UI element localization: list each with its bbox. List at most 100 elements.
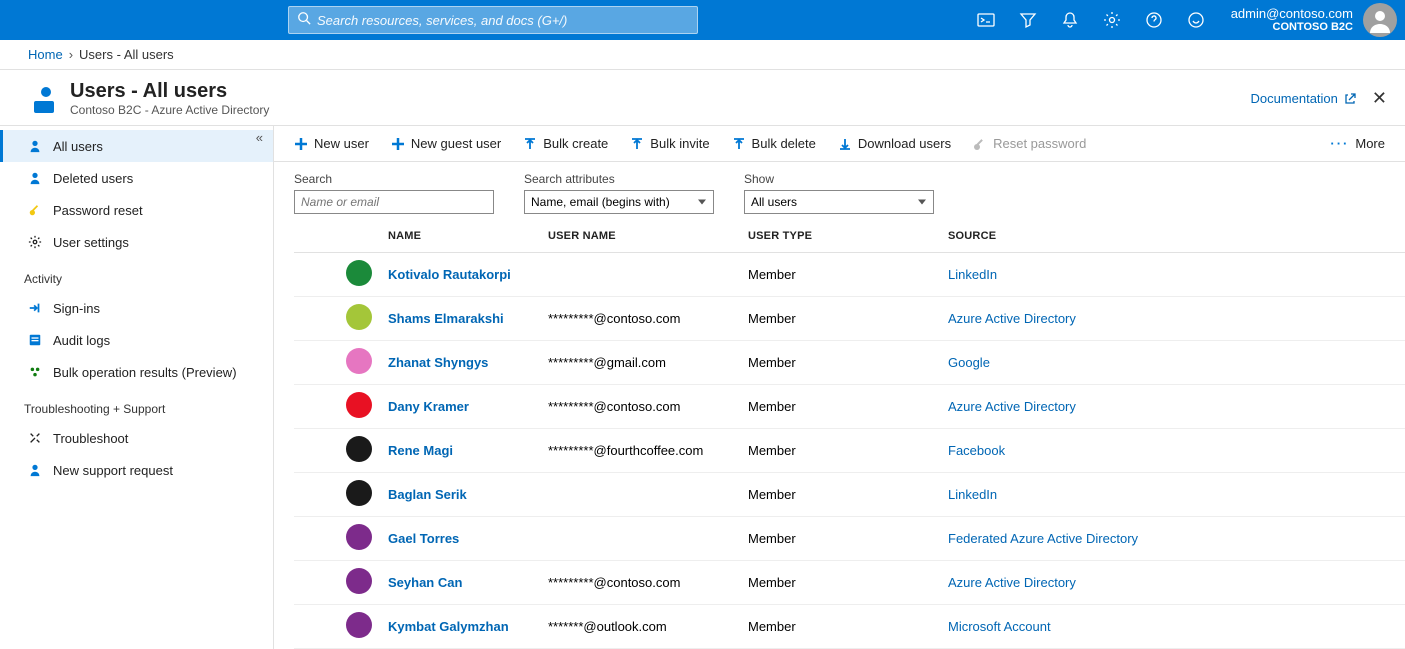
user-username	[540, 253, 740, 297]
col-name[interactable]: NAME	[380, 220, 540, 253]
user-type: Member	[740, 473, 940, 517]
table-row[interactable]: Baglan Serik MemberLinkedIn	[294, 473, 1405, 517]
documentation-link[interactable]: Documentation	[1250, 91, 1355, 106]
table-row[interactable]: Seyhan Can*********@contoso.comMemberAzu…	[294, 561, 1405, 605]
search-input[interactable]	[294, 190, 494, 214]
bulk-delete-button[interactable]: Bulk delete	[732, 136, 816, 151]
download-users-button[interactable]: Download users	[838, 136, 951, 151]
user-avatar	[346, 260, 372, 286]
bulk-invite-button[interactable]: Bulk invite	[630, 136, 709, 151]
sidebar: « All users Deleted users Password reset…	[0, 126, 274, 649]
global-search-input[interactable]	[317, 13, 689, 28]
sidebar-item-label: Deleted users	[53, 171, 133, 186]
bulk-create-button[interactable]: Bulk create	[523, 136, 608, 151]
table-row[interactable]: Shams Elmarakshi*********@contoso.comMem…	[294, 297, 1405, 341]
page-subtitle: Contoso B2C - Azure Active Directory	[70, 103, 269, 117]
close-blade-button[interactable]: ✕	[1372, 88, 1387, 109]
signin-icon	[27, 300, 43, 316]
user-source-link[interactable]: Azure Active Directory	[940, 385, 1405, 429]
reset-password-button: Reset password	[973, 136, 1086, 151]
table-row[interactable]: Dany Kramer*********@contoso.comMemberAz…	[294, 385, 1405, 429]
global-search[interactable]	[288, 6, 698, 34]
more-button[interactable]: ··· More	[1330, 136, 1385, 151]
user-source-link[interactable]: LinkedIn	[940, 253, 1405, 297]
command-bar: New user New guest user Bulk create Bulk…	[274, 126, 1405, 162]
search-attributes-label: Search attributes	[524, 172, 714, 186]
user-source-link[interactable]: Google	[940, 341, 1405, 385]
sidebar-item-troubleshoot[interactable]: Troubleshoot	[0, 422, 273, 454]
user-source-link[interactable]: Microsoft Account	[940, 605, 1405, 649]
table-row[interactable]: Kymbat Galymzhan*******@outlook.comMembe…	[294, 605, 1405, 649]
users-icon	[28, 83, 60, 115]
sidebar-item-deleted-users[interactable]: Deleted users	[0, 162, 273, 194]
user-username: *********@fourthcoffee.com	[540, 429, 740, 473]
portal-top-bar: admin@contoso.com CONTOSO B2C	[0, 0, 1405, 40]
user-name-link[interactable]: Shams Elmarakshi	[380, 297, 540, 341]
col-username[interactable]: USER NAME	[540, 220, 740, 253]
sidebar-item-password-reset[interactable]: Password reset	[0, 194, 273, 226]
new-guest-user-button[interactable]: New guest user	[391, 136, 501, 151]
col-source[interactable]: SOURCE	[940, 220, 1405, 253]
user-name-link[interactable]: Zhanat Shyngys	[380, 341, 540, 385]
feedback-icon[interactable]	[1187, 11, 1205, 29]
user-type: Member	[740, 297, 940, 341]
breadcrumb: Home › Users - All users	[0, 40, 1405, 70]
sidebar-item-user-settings[interactable]: User settings	[0, 226, 273, 258]
bulk-icon	[27, 364, 43, 380]
page-title: Users - All users	[70, 80, 269, 103]
search-icon	[297, 11, 311, 30]
account-avatar[interactable]	[1363, 3, 1397, 37]
user-avatar	[346, 568, 372, 594]
notifications-icon[interactable]	[1061, 11, 1079, 29]
user-name-link[interactable]: Kotivalo Rautakorpi	[380, 253, 540, 297]
user-source-link[interactable]: Azure Active Directory	[940, 297, 1405, 341]
chevron-right-icon: ›	[69, 47, 73, 62]
user-name-link[interactable]: Seyhan Can	[380, 561, 540, 605]
table-row[interactable]: Zhanat Shyngys*********@gmail.comMemberG…	[294, 341, 1405, 385]
filter-row: Search Search attributes Name, email (be…	[274, 162, 1405, 220]
user-deleted-icon	[27, 170, 43, 186]
user-avatar	[346, 304, 372, 330]
upload-icon	[523, 137, 537, 151]
user-name-link[interactable]: Dany Kramer	[380, 385, 540, 429]
user-name-link[interactable]: Baglan Serik	[380, 473, 540, 517]
sidebar-item-label: Audit logs	[53, 333, 110, 348]
show-label: Show	[744, 172, 934, 186]
col-usertype[interactable]: USER TYPE	[740, 220, 940, 253]
support-icon	[27, 462, 43, 478]
collapse-sidebar-button[interactable]: «	[256, 130, 263, 145]
sidebar-item-all-users[interactable]: All users	[0, 130, 273, 162]
user-username	[540, 473, 740, 517]
sidebar-item-support-request[interactable]: New support request	[0, 454, 273, 486]
user-name-link[interactable]: Rene Magi	[380, 429, 540, 473]
user-source-link[interactable]: Azure Active Directory	[940, 561, 1405, 605]
gear-icon	[27, 234, 43, 250]
user-avatar	[346, 480, 372, 506]
search-attributes-select[interactable]: Name, email (begins with)	[524, 190, 714, 214]
new-user-button[interactable]: New user	[294, 136, 369, 151]
user-username: *********@contoso.com	[540, 385, 740, 429]
user-source-link[interactable]: Federated Azure Active Directory	[940, 517, 1405, 561]
breadcrumb-home[interactable]: Home	[28, 47, 63, 62]
main-pane: New user New guest user Bulk create Bulk…	[274, 126, 1405, 649]
sidebar-item-sign-ins[interactable]: Sign-ins	[0, 292, 273, 324]
sidebar-item-audit-logs[interactable]: Audit logs	[0, 324, 273, 356]
cloud-shell-icon[interactable]	[977, 11, 995, 29]
sidebar-item-bulk-results[interactable]: Bulk operation results (Preview)	[0, 356, 273, 388]
user-name-link[interactable]: Kymbat Galymzhan	[380, 605, 540, 649]
help-icon[interactable]	[1145, 11, 1163, 29]
user-type: Member	[740, 341, 940, 385]
account-info[interactable]: admin@contoso.com CONTOSO B2C	[1231, 6, 1353, 35]
table-row[interactable]: Gael TorresMemberFederated Azure Active …	[294, 517, 1405, 561]
user-name-link[interactable]: Gael Torres	[380, 517, 540, 561]
user-source-link[interactable]: LinkedIn	[940, 473, 1405, 517]
settings-icon[interactable]	[1103, 11, 1121, 29]
table-row[interactable]: Rene Magi*********@fourthcoffee.comMembe…	[294, 429, 1405, 473]
log-icon	[27, 332, 43, 348]
breadcrumb-current: Users - All users	[79, 47, 174, 62]
table-row[interactable]: Kotivalo RautakorpiMemberLinkedIn	[294, 253, 1405, 297]
directory-filter-icon[interactable]	[1019, 11, 1037, 29]
show-select[interactable]: All users	[744, 190, 934, 214]
user-icon	[27, 138, 43, 154]
user-source-link[interactable]: Facebook	[940, 429, 1405, 473]
